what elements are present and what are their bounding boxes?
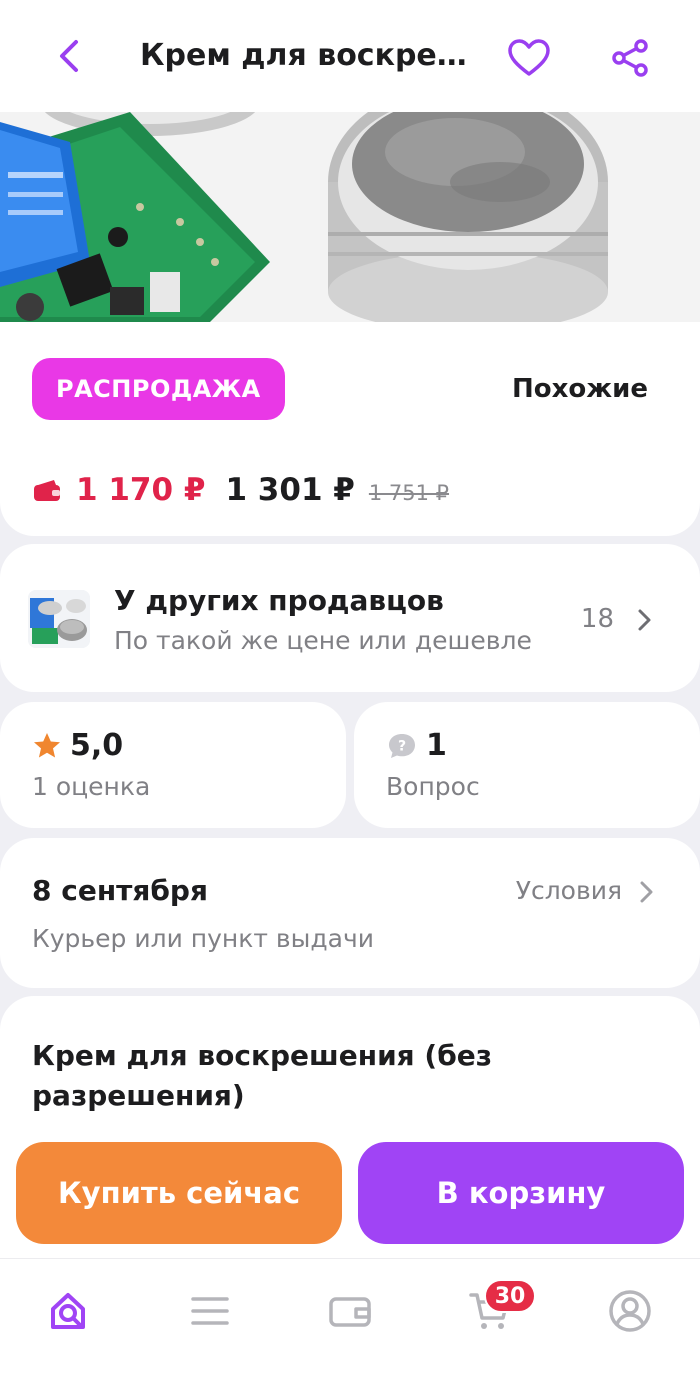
share-icon [612,39,648,77]
questions-row: ? 1 [386,728,447,763]
heart-icon [508,39,550,76]
tab-profile[interactable] [606,1287,654,1335]
delivery-date: 8 сентября [32,874,208,907]
other-sellers-card[interactable]: У других продавцов По такой же цене или … [0,544,700,692]
price-card: РАСПРОДАЖА Похожие 1 170 ₽ 1 301 ₽ 1 751… [0,322,700,536]
product-name: Крем для воскрешения (без разрешения) [32,1039,493,1112]
back-button[interactable] [48,34,92,78]
home-search-icon [51,1293,85,1329]
svg-text:?: ? [398,738,406,754]
other-sellers-thumbnail [28,590,90,648]
chevron-right-icon [640,881,653,903]
old-price: 1 751 ₽ [368,481,450,505]
wallet-icon [329,1297,371,1327]
purchase-bar: Купить сейчас В корзину [0,1128,700,1258]
question-bubble-icon: ? [389,733,415,758]
star-icon [34,732,60,757]
rating-value: 5,0 [70,728,124,763]
chevron-right-icon [638,609,651,631]
menu-icon [191,1297,229,1325]
price-row: 1 170 ₽ 1 301 ₽ 1 751 ₽ [32,472,449,508]
delivery-method: Курьер или пункт выдачи [32,924,374,953]
card-price: 1 170 ₽ [76,472,206,508]
bottom-tab-bar: 30 [0,1258,700,1380]
buy-now-button[interactable]: Купить сейчас [16,1142,342,1244]
tab-catalog[interactable] [186,1287,234,1335]
product-photo-image [0,112,700,322]
other-sellers-title: У других продавцов [114,584,444,617]
share-button[interactable] [606,34,654,82]
tab-wallet[interactable] [326,1287,374,1335]
current-price: 1 301 ₽ [225,472,355,508]
top-bar: Крем для воскреше... [0,0,700,112]
delivery-card[interactable]: 8 сентября Курьер или пункт выдачи Услов… [0,838,700,988]
rating-row: 5,0 [32,728,123,763]
questions-count: 1 [426,728,447,763]
wallet-card-icon [34,480,60,501]
profile-icon [609,1290,651,1332]
rating-card[interactable]: 5,0 1 оценка [0,702,346,828]
tab-home[interactable] [46,1287,94,1335]
favorite-button[interactable] [505,34,553,82]
rating-count: 1 оценка [32,772,151,801]
cart-count-badge: 30 [484,1279,536,1313]
questions-card[interactable]: ? 1 Вопрос [354,702,700,828]
add-to-cart-button[interactable]: В корзину [358,1142,684,1244]
sale-badge[interactable]: РАСПРОДАЖА [32,358,285,420]
other-sellers-subtitle: По такой же цене или дешевле [114,626,532,655]
other-sellers-count: 18 [580,604,614,634]
similar-link[interactable]: Похожие [512,374,648,404]
delivery-conditions-link[interactable]: Условия [516,876,622,905]
questions-label: Вопрос [386,772,480,801]
chevron-left-icon [60,40,78,72]
product-photo[interactable] [0,112,700,322]
page-title: Крем для воскреше... [140,38,485,73]
